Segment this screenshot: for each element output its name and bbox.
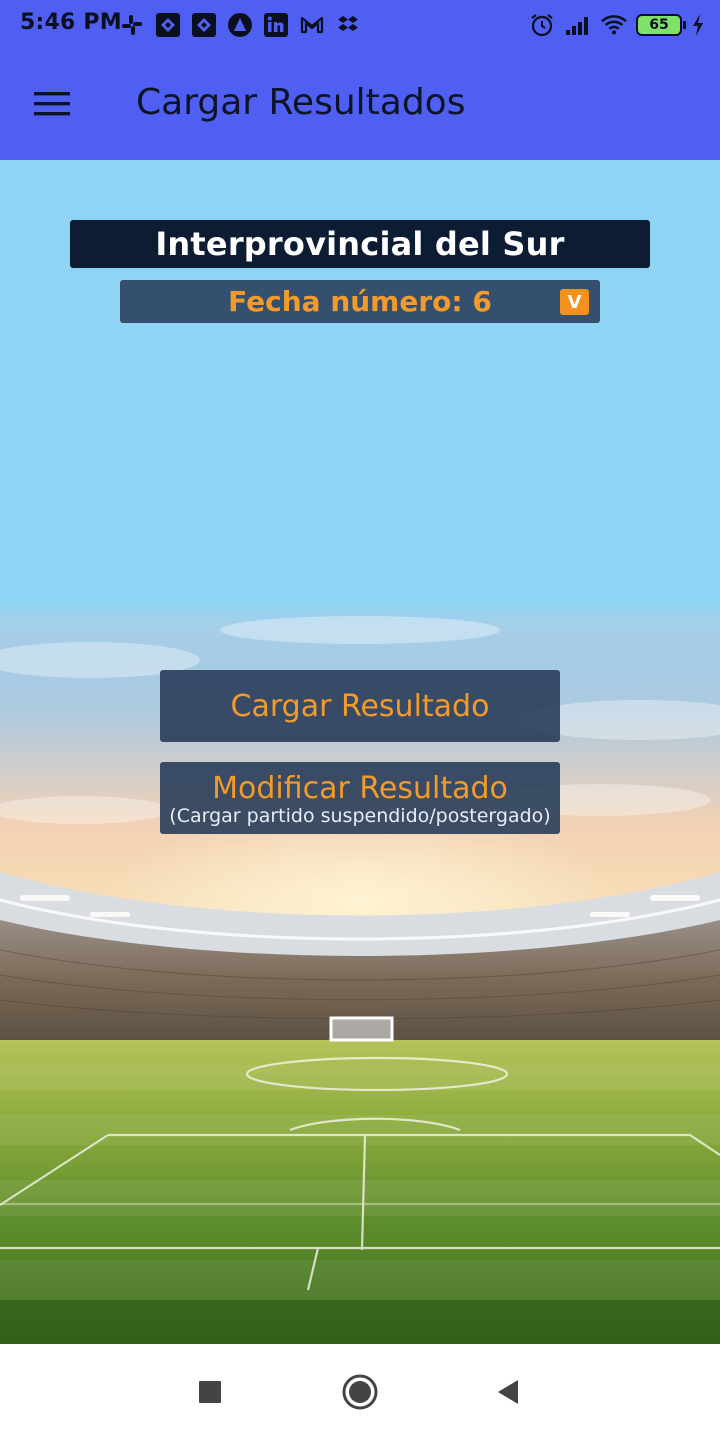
status-time: 5:46 PM xyxy=(20,10,122,35)
status-bar: 5:46 PM 65 xyxy=(0,0,720,50)
notification-icons xyxy=(118,11,362,39)
league-name-banner: Interprovincial del Sur xyxy=(70,220,650,268)
notification-app-icon xyxy=(226,11,254,39)
signal-icon xyxy=(564,11,592,39)
jira-icon xyxy=(190,11,218,39)
recent-apps-button[interactable] xyxy=(190,1372,230,1412)
round-selector-label: Fecha número: 6 xyxy=(228,285,492,318)
slack-icon xyxy=(118,11,146,39)
load-result-button[interactable]: Cargar Resultado xyxy=(160,670,560,742)
charging-icon xyxy=(690,11,706,39)
top-bar: 5:46 PM 65 Cargar Resultados xyxy=(0,0,720,160)
jira-icon xyxy=(154,11,182,39)
main-content: Interprovincial del Sur Fecha número: 6 … xyxy=(0,160,720,1344)
app-bar: Cargar Resultados xyxy=(0,50,720,160)
system-nav-bar xyxy=(0,1344,720,1440)
recent-apps-icon xyxy=(199,1381,221,1403)
home-icon xyxy=(342,1374,378,1410)
back-icon xyxy=(498,1380,518,1404)
back-button[interactable] xyxy=(488,1372,528,1412)
goal-post xyxy=(329,1016,394,1042)
linkedin-icon xyxy=(262,11,290,39)
page-title: Cargar Resultados xyxy=(136,82,466,123)
wifi-icon xyxy=(600,11,628,39)
alarm-icon xyxy=(528,11,556,39)
hamburger-menu-button[interactable] xyxy=(28,80,76,128)
round-dropdown-badge[interactable]: V xyxy=(560,289,589,315)
round-selector[interactable]: Fecha número: 6 V xyxy=(120,280,600,323)
home-button[interactable] xyxy=(340,1372,380,1412)
modify-result-label: Modificar Resultado xyxy=(212,771,508,806)
dropbox-icon xyxy=(334,11,362,39)
modify-result-button[interactable]: Modificar Resultado (Cargar partido susp… xyxy=(160,762,560,834)
battery-icon: 65 xyxy=(636,14,686,36)
stadium-background xyxy=(0,590,720,1344)
gmail-icon xyxy=(298,11,326,39)
hamburger-menu-icon xyxy=(34,92,70,116)
modify-result-note: (Cargar partido suspendido/postergado) xyxy=(169,805,551,827)
battery-percent: 65 xyxy=(649,17,669,33)
system-status-icons: 65 xyxy=(528,10,706,40)
